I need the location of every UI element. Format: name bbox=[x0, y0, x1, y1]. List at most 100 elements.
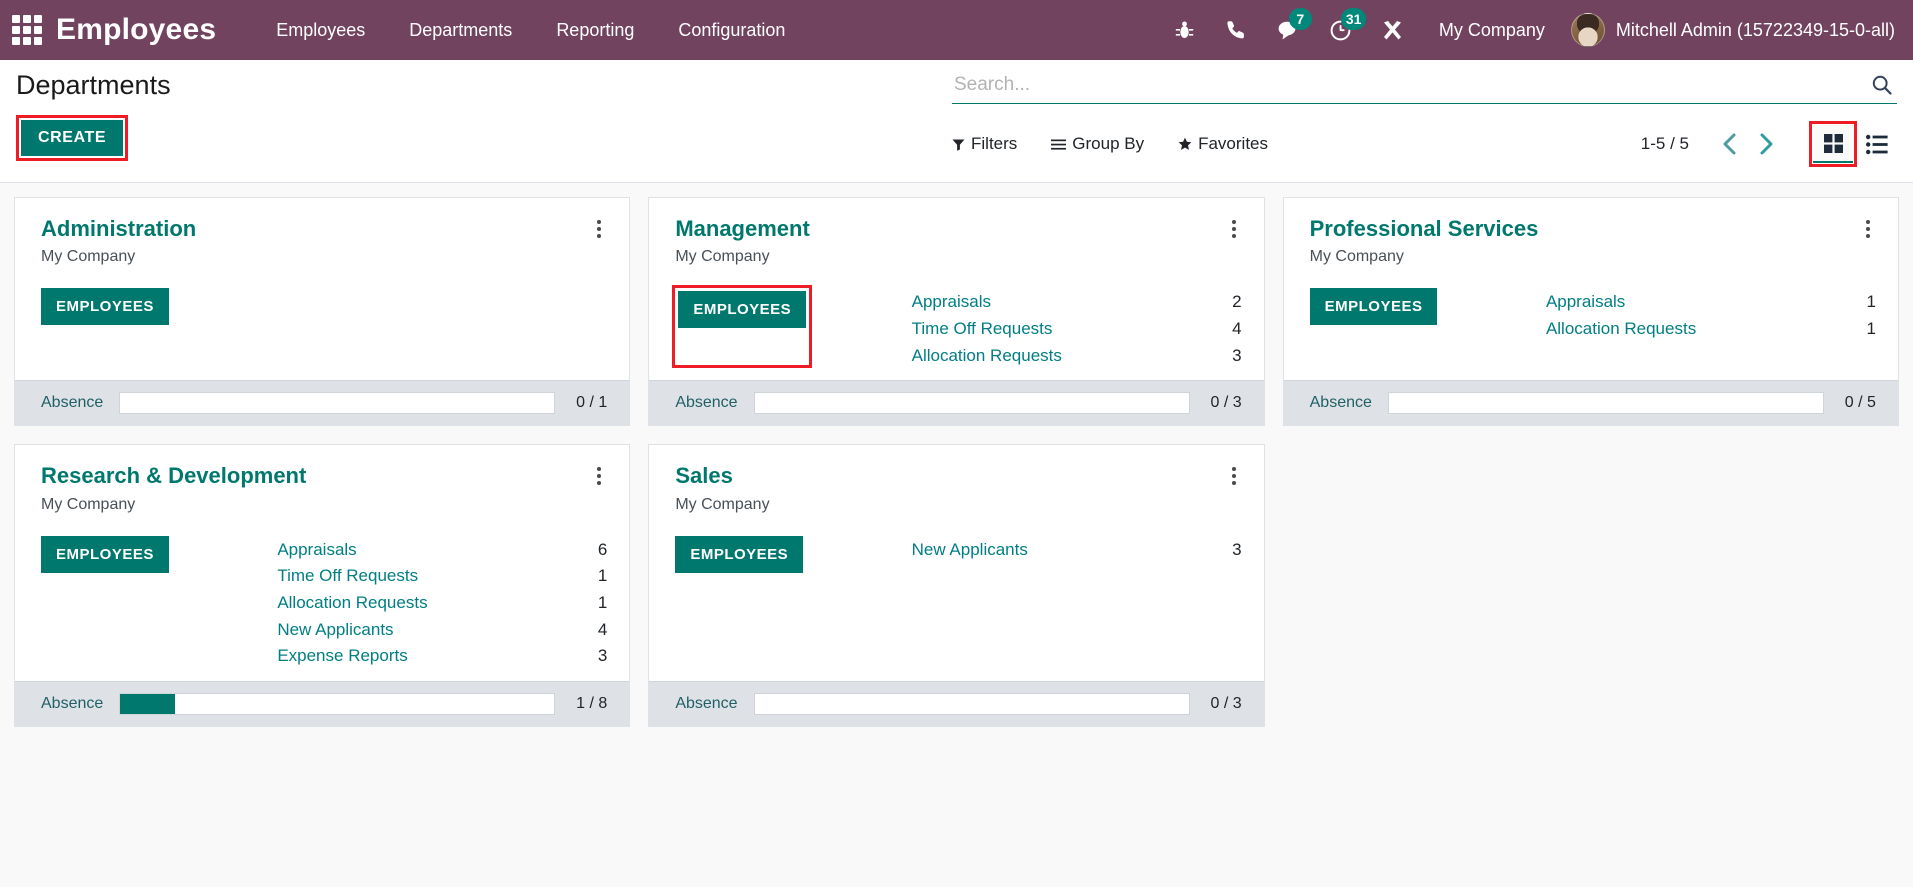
department-name: Professional Services bbox=[1309, 216, 1539, 241]
stat-label[interactable]: Time Off Requests bbox=[277, 564, 418, 589]
absence-progress-bar[interactable] bbox=[753, 392, 1190, 415]
card-stats bbox=[277, 288, 607, 368]
control-panel: Departments CREATE Filters bbox=[0, 60, 1913, 183]
activities-clock-icon[interactable]: 31 bbox=[1315, 0, 1367, 60]
list-view-button[interactable] bbox=[1857, 125, 1897, 163]
stat-value: 1 bbox=[1866, 292, 1876, 312]
absence-label: Absence bbox=[675, 694, 738, 712]
stat-row: Time Off Requests 1 bbox=[277, 564, 607, 589]
navbar-right-tools: 7 31 My Company Mitchell Admin (15722349… bbox=[1159, 0, 1895, 60]
search-icon[interactable] bbox=[1867, 74, 1897, 98]
department-name: Management bbox=[675, 216, 810, 241]
pager-next-button[interactable] bbox=[1748, 131, 1785, 157]
department-company: My Company bbox=[41, 495, 136, 513]
stat-row: Allocation Requests 1 bbox=[277, 591, 607, 616]
main-menu: Employees Departments Reporting Configur… bbox=[254, 0, 807, 60]
card-menu-icon[interactable] bbox=[1226, 216, 1242, 242]
employees-button[interactable]: EMPLOYEES bbox=[678, 291, 807, 329]
user-menu[interactable]: Mitchell Admin (15722349-15-0-all) bbox=[1565, 13, 1895, 47]
absence-label: Absence bbox=[675, 394, 738, 412]
employees-button[interactable]: EMPLOYEES bbox=[1309, 288, 1438, 326]
employees-button-highlight: EMPLOYEES bbox=[675, 535, 804, 669]
employees-button[interactable]: EMPLOYEES bbox=[41, 288, 169, 326]
stat-label[interactable]: Allocation Requests bbox=[912, 344, 1062, 369]
stat-label[interactable]: Appraisals bbox=[912, 290, 991, 315]
card-body: Research & Development My Company EMPLOY… bbox=[15, 445, 629, 681]
create-button[interactable]: CREATE bbox=[21, 120, 124, 156]
stat-label[interactable]: Time Off Requests bbox=[912, 317, 1053, 342]
stat-value: 4 bbox=[1232, 319, 1242, 339]
card-menu-icon[interactable] bbox=[591, 463, 607, 489]
kanban-view-button[interactable] bbox=[1813, 125, 1853, 163]
card-body: Management My Company EMPLOYEES Appraisa… bbox=[649, 198, 1263, 380]
department-card[interactable]: Professional Services My Company EMPLOYE… bbox=[1282, 197, 1899, 427]
app-brand-title[interactable]: Employees bbox=[56, 13, 216, 47]
menu-item-configuration[interactable]: Configuration bbox=[656, 0, 807, 60]
messages-icon[interactable]: 7 bbox=[1263, 0, 1315, 60]
stat-label[interactable]: New Applicants bbox=[277, 618, 393, 643]
card-main: EMPLOYEES Appraisals 2 Time Off Requests… bbox=[672, 285, 1242, 369]
card-menu-icon[interactable] bbox=[591, 216, 607, 242]
search-options-row: Filters Group By Favorites 1-5 / 5 bbox=[952, 121, 1897, 167]
menu-item-employees[interactable]: Employees bbox=[254, 0, 387, 60]
stat-value: 2 bbox=[1232, 292, 1242, 312]
menu-item-departments[interactable]: Departments bbox=[387, 0, 534, 60]
filters-dropdown[interactable]: Filters bbox=[952, 130, 1035, 158]
stat-row: Time Off Requests 4 bbox=[912, 317, 1242, 342]
apps-grid-icon[interactable] bbox=[10, 13, 44, 47]
employees-button-highlight: EMPLOYEES bbox=[672, 285, 813, 369]
card-menu-icon[interactable] bbox=[1226, 463, 1242, 489]
card-footer: Absence 0 / 3 bbox=[649, 680, 1264, 726]
stat-label[interactable]: Appraisals bbox=[1546, 290, 1625, 315]
tools-icon[interactable] bbox=[1367, 0, 1419, 60]
bug-icon[interactable] bbox=[1159, 0, 1211, 60]
absence-progress-bar[interactable] bbox=[1387, 392, 1824, 415]
menu-item-reporting[interactable]: Reporting bbox=[534, 0, 656, 60]
group-by-dropdown[interactable]: Group By bbox=[1051, 130, 1162, 158]
employees-button[interactable]: EMPLOYEES bbox=[41, 535, 169, 573]
stat-row: Expense Reports 3 bbox=[277, 644, 607, 669]
card-body: Professional Services My Company EMPLOYE… bbox=[1284, 198, 1898, 380]
department-company: My Company bbox=[675, 495, 770, 513]
department-card[interactable]: Management My Company EMPLOYEES Appraisa… bbox=[648, 197, 1265, 427]
stat-value: 1 bbox=[597, 566, 608, 586]
stat-row: Appraisals 2 bbox=[912, 290, 1242, 315]
stat-label[interactable]: Allocation Requests bbox=[1546, 317, 1696, 342]
absence-progress-fill bbox=[120, 693, 175, 714]
absence-progress-bar[interactable] bbox=[119, 392, 556, 415]
absence-label: Absence bbox=[1309, 394, 1372, 412]
messages-badge: 7 bbox=[1288, 8, 1312, 30]
avatar bbox=[1570, 13, 1605, 47]
top-navbar: Employees Employees Departments Reportin… bbox=[0, 0, 1913, 60]
stat-label[interactable]: New Applicants bbox=[912, 538, 1028, 563]
favorites-dropdown[interactable]: Favorites bbox=[1178, 130, 1286, 158]
department-company: My Company bbox=[675, 248, 770, 266]
group-by-label: Group By bbox=[1072, 134, 1145, 153]
card-stats: Appraisals 2 Time Off Requests 4 Allocat… bbox=[912, 288, 1242, 368]
departments-kanban: Administration My Company EMPLOYEES Abse… bbox=[0, 183, 1913, 887]
group-by-lines-icon bbox=[1051, 138, 1067, 151]
employees-button[interactable]: EMPLOYEES bbox=[675, 535, 804, 573]
phone-icon[interactable] bbox=[1211, 0, 1263, 60]
pager-previous-button[interactable] bbox=[1711, 131, 1748, 157]
stat-value: 3 bbox=[1232, 345, 1242, 365]
department-card[interactable]: Administration My Company EMPLOYEES Abse… bbox=[14, 197, 631, 427]
stat-label[interactable]: Appraisals bbox=[277, 538, 356, 563]
stat-row: Allocation Requests 3 bbox=[912, 344, 1242, 369]
absence-count: 0 / 1 bbox=[576, 394, 608, 412]
control-panel-right: Filters Group By Favorites bbox=[952, 72, 1897, 167]
absence-progress-bar[interactable] bbox=[753, 692, 1190, 715]
stat-value: 6 bbox=[597, 539, 608, 559]
search-input[interactable] bbox=[952, 72, 1867, 98]
stat-label[interactable]: Expense Reports bbox=[277, 644, 407, 669]
employees-button-highlight: EMPLOYEES bbox=[41, 288, 169, 368]
card-header: Research & Development My Company bbox=[41, 463, 607, 513]
company-switcher[interactable]: My Company bbox=[1419, 20, 1565, 41]
stat-label[interactable]: Allocation Requests bbox=[277, 591, 427, 616]
user-name-label: Mitchell Admin (15722349-15-0-all) bbox=[1615, 19, 1895, 40]
absence-progress-bar[interactable] bbox=[119, 692, 556, 715]
department-card[interactable]: Sales My Company EMPLOYEES New Applicant… bbox=[648, 444, 1265, 727]
department-card[interactable]: Research & Development My Company EMPLOY… bbox=[14, 444, 631, 727]
card-menu-icon[interactable] bbox=[1860, 216, 1876, 242]
stat-value: 1 bbox=[1866, 319, 1876, 339]
